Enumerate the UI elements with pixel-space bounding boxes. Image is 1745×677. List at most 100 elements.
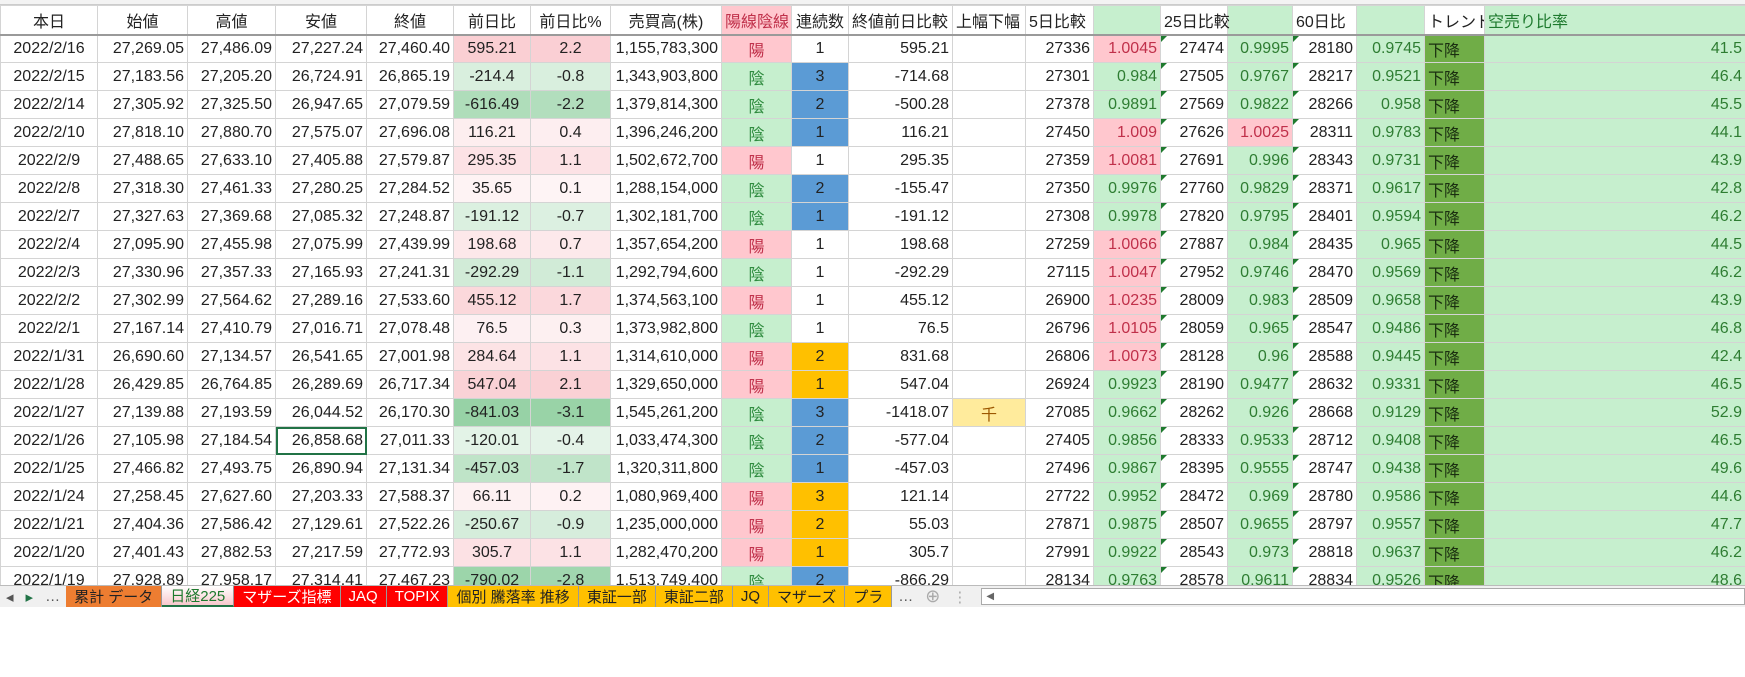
cell[interactable]: 2022/1/28: [0, 370, 98, 399]
column-header[interactable]: 前日比%: [530, 5, 611, 36]
cell[interactable]: -1.1: [530, 258, 611, 287]
column-header[interactable]: 5日比較: [1025, 5, 1094, 36]
cell[interactable]: 28371: [1292, 174, 1357, 203]
cell[interactable]: 1.1: [530, 538, 611, 567]
cell[interactable]: 0.9856: [1093, 426, 1161, 455]
cell[interactable]: 0.9795: [1227, 202, 1293, 231]
cell[interactable]: 0.1: [530, 174, 611, 203]
add-sheet-icon[interactable]: ⊕: [919, 586, 946, 607]
cell[interactable]: 26,170.30: [366, 398, 454, 427]
cell[interactable]: 陽: [721, 482, 792, 511]
cell[interactable]: 27,325.50: [187, 90, 276, 119]
cell[interactable]: 27336: [1025, 34, 1094, 63]
cell[interactable]: 1: [791, 258, 849, 287]
cell[interactable]: 0.9637: [1356, 538, 1425, 567]
cell[interactable]: 2022/1/24: [0, 482, 98, 511]
cell[interactable]: 27,227.24: [275, 34, 367, 63]
cell[interactable]: 28543: [1160, 538, 1228, 567]
cell[interactable]: 28435: [1292, 230, 1357, 259]
cell[interactable]: 27,134.57: [187, 342, 276, 371]
cell[interactable]: 27,586.42: [187, 510, 276, 539]
cell[interactable]: -457.03: [453, 454, 531, 483]
cell[interactable]: 陽: [721, 370, 792, 399]
cell[interactable]: 1,302,181,700: [610, 202, 722, 231]
cell[interactable]: 0.965: [1356, 230, 1425, 259]
cell[interactable]: 27,248.87: [366, 202, 454, 231]
cell[interactable]: 28507: [1160, 510, 1228, 539]
cell[interactable]: 455.12: [848, 286, 953, 315]
cell[interactable]: 陰: [721, 314, 792, 343]
cell[interactable]: 46.5: [1484, 426, 1745, 455]
cell[interactable]: 0.9658: [1356, 286, 1425, 315]
cell[interactable]: 陰: [721, 454, 792, 483]
cell[interactable]: 28632: [1292, 370, 1357, 399]
cell[interactable]: 下降: [1424, 146, 1485, 175]
cell[interactable]: 27,633.10: [187, 146, 276, 175]
cell[interactable]: 27,579.87: [366, 146, 454, 175]
cell[interactable]: 下降: [1424, 62, 1485, 91]
cell[interactable]: 1,292,794,600: [610, 258, 722, 287]
cell[interactable]: 27,493.75: [187, 454, 276, 483]
cell[interactable]: 46.2: [1484, 258, 1745, 287]
cell[interactable]: 0.926: [1227, 398, 1293, 427]
cell[interactable]: 27,217.59: [275, 538, 367, 567]
cell[interactable]: 2022/2/9: [0, 146, 98, 175]
cell[interactable]: 2022/2/10: [0, 118, 98, 147]
cell[interactable]: 305.7: [453, 538, 531, 567]
cell[interactable]: 下降: [1424, 34, 1485, 63]
cell[interactable]: 0.9891: [1093, 90, 1161, 119]
cell[interactable]: 0.9555: [1227, 454, 1293, 483]
cell[interactable]: -1418.07: [848, 398, 953, 427]
cell[interactable]: 28472: [1160, 482, 1228, 511]
cell[interactable]: 下降: [1424, 202, 1485, 231]
cell[interactable]: -0.7: [530, 202, 611, 231]
cell[interactable]: 1.0073: [1093, 342, 1161, 371]
column-header[interactable]: 高値: [187, 5, 276, 36]
cell[interactable]: 27,522.26: [366, 510, 454, 539]
cell[interactable]: 1: [791, 454, 849, 483]
cell[interactable]: -191.12: [453, 202, 531, 231]
tab-scroll-right-icon[interactable]: ▸: [20, 586, 40, 607]
cell[interactable]: 1: [791, 34, 849, 63]
cell[interactable]: 2022/2/15: [0, 62, 98, 91]
cell[interactable]: -0.8: [530, 62, 611, 91]
cell[interactable]: 1: [791, 370, 849, 399]
sheet-tab[interactable]: プラ: [845, 586, 893, 607]
cell[interactable]: 27569: [1160, 90, 1228, 119]
cell[interactable]: 28712: [1292, 426, 1357, 455]
cell[interactable]: 198.68: [848, 230, 953, 259]
cell[interactable]: 26,890.94: [275, 454, 367, 483]
cell[interactable]: 76.5: [453, 314, 531, 343]
cell[interactable]: 1: [791, 286, 849, 315]
cell[interactable]: 1,288,154,000: [610, 174, 722, 203]
cell[interactable]: 26,541.65: [275, 342, 367, 371]
cell[interactable]: -841.03: [453, 398, 531, 427]
cell[interactable]: 1: [791, 146, 849, 175]
cell[interactable]: 27760: [1160, 174, 1228, 203]
cell[interactable]: 27871: [1025, 510, 1094, 539]
cell[interactable]: 陽: [721, 510, 792, 539]
cell[interactable]: 下降: [1424, 482, 1485, 511]
cell[interactable]: 陽: [721, 286, 792, 315]
cell[interactable]: 0.9745: [1356, 34, 1425, 63]
column-header[interactable]: 終値前日比較: [848, 5, 953, 36]
cell[interactable]: 27,772.93: [366, 538, 454, 567]
cell[interactable]: [952, 202, 1026, 231]
cell[interactable]: 1,329,650,000: [610, 370, 722, 399]
cell[interactable]: 595.21: [848, 34, 953, 63]
cell[interactable]: 27308: [1025, 202, 1094, 231]
cell[interactable]: 121.14: [848, 482, 953, 511]
cell[interactable]: 0.9822: [1227, 90, 1293, 119]
cell[interactable]: -577.04: [848, 426, 953, 455]
cell[interactable]: 28588: [1292, 342, 1357, 371]
cell[interactable]: 27,588.37: [366, 482, 454, 511]
cell[interactable]: 27,486.09: [187, 34, 276, 63]
cell[interactable]: [952, 146, 1026, 175]
cell[interactable]: 27,241.31: [366, 258, 454, 287]
cell[interactable]: [952, 538, 1026, 567]
sheet-tab[interactable]: 累計 データ: [66, 586, 163, 607]
cell[interactable]: [952, 118, 1026, 147]
sheet-tab[interactable]: 個別 騰落率 推移: [448, 586, 579, 607]
cell[interactable]: [952, 258, 1026, 287]
cell[interactable]: 0.9767: [1227, 62, 1293, 91]
